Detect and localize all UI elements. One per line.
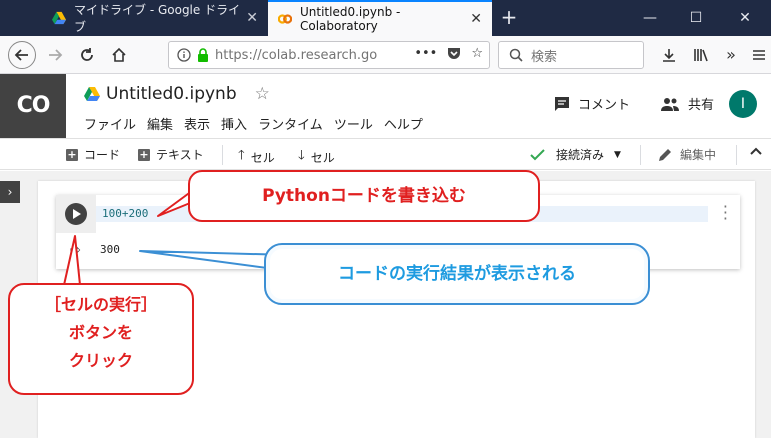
comment-label: コメント bbox=[578, 98, 631, 113]
back-button[interactable] bbox=[8, 41, 36, 69]
lock-icon bbox=[198, 48, 208, 62]
library-icon bbox=[694, 49, 708, 62]
menu-insert[interactable]: 挿入 bbox=[221, 114, 247, 133]
menu-tools[interactable]: ツール bbox=[334, 114, 373, 133]
pocket-icon[interactable] bbox=[447, 46, 461, 60]
search-placeholder: 検索 bbox=[531, 49, 558, 65]
add-code-label: コード bbox=[84, 148, 121, 162]
editing-mode-button[interactable]: 編集中 bbox=[658, 146, 716, 163]
add-text-label: テキスト bbox=[156, 148, 204, 162]
tab-title: Untitled0.ipynb - Colaboratory bbox=[300, 5, 401, 33]
arrow-down-icon: 🡓 bbox=[298, 148, 305, 163]
chevron-up-icon bbox=[750, 147, 762, 155]
move-cell-up-button[interactable]: 🡑 セル bbox=[238, 146, 275, 168]
google-drive-icon bbox=[84, 87, 100, 101]
people-icon bbox=[661, 97, 679, 111]
menu-icon bbox=[753, 50, 765, 60]
share-label: 共有 bbox=[688, 98, 715, 113]
menu-edit[interactable]: 編集 bbox=[147, 114, 173, 133]
search-icon bbox=[509, 48, 523, 62]
back-arrow-icon bbox=[14, 49, 28, 61]
colab-logo[interactable]: CO bbox=[0, 74, 66, 138]
move-up-label: セル bbox=[250, 150, 275, 165]
download-icon bbox=[663, 49, 675, 62]
add-code-button[interactable]: + コード bbox=[66, 146, 120, 163]
colab-header: CO Untitled0.ipynb ☆ ファイル 編集 表示 挿入 ランタイム… bbox=[0, 74, 771, 138]
plus-icon: + bbox=[138, 147, 150, 161]
notebook-title[interactable]: Untitled0.ipynb bbox=[106, 84, 237, 104]
callout-result-text: コードの実行結果が表示される bbox=[338, 264, 576, 284]
bookmark-star-icon[interactable]: ☆ bbox=[471, 46, 483, 61]
plus-icon: + bbox=[66, 147, 78, 161]
comment-icon bbox=[555, 96, 569, 111]
connected-label: 接続済み bbox=[556, 148, 605, 162]
output-clear-icon[interactable]: ⇨ bbox=[70, 243, 81, 258]
cell-output: 300 bbox=[100, 243, 120, 256]
menu-view[interactable]: 表示 bbox=[184, 114, 210, 133]
navigation-bar: https://colab.research.go ••• ☆ 検索 » bbox=[0, 36, 771, 74]
overflow-chevron-icon[interactable]: » bbox=[718, 42, 744, 68]
reload-button[interactable] bbox=[74, 42, 100, 68]
callout-code-hint: Pythonコードを書き込む bbox=[188, 170, 540, 222]
notebook-toolbar: + コード + テキスト 🡑 セル 🡓 セル 接続済み ▼ 編集中 bbox=[0, 138, 771, 170]
colab-icon bbox=[278, 14, 292, 24]
tab-colaboratory[interactable]: Untitled0.ipynb - Colaboratory ✕ bbox=[268, 0, 492, 36]
sidebar-expand-chevron-icon[interactable]: › bbox=[0, 181, 20, 203]
cell-gutter bbox=[56, 195, 96, 233]
address-bar[interactable]: https://colab.research.go ••• ☆ bbox=[168, 41, 490, 69]
menu-bar: ファイル 編集 表示 挿入 ランタイム ツール ヘルプ bbox=[84, 114, 434, 133]
home-button[interactable] bbox=[106, 42, 132, 68]
avatar[interactable]: I bbox=[729, 90, 757, 118]
callout-run-hint: ［セルの実行］ ボタンを クリック bbox=[8, 283, 194, 395]
dropdown-caret-icon: ▼ bbox=[614, 149, 621, 160]
callout-result-hint: コードの実行結果が表示される bbox=[264, 243, 650, 305]
hamburger-menu-icon[interactable] bbox=[746, 42, 771, 68]
search-input[interactable]: 検索 bbox=[498, 41, 644, 69]
check-icon bbox=[530, 148, 545, 160]
toolbar-divider bbox=[736, 145, 737, 165]
info-icon bbox=[177, 48, 191, 62]
comment-button[interactable]: コメント bbox=[554, 94, 630, 113]
share-button[interactable]: 共有 bbox=[660, 94, 714, 113]
toolbar-divider bbox=[640, 145, 641, 165]
toolbar-divider bbox=[222, 145, 223, 165]
home-icon bbox=[112, 47, 126, 62]
collapse-header-button[interactable] bbox=[750, 146, 762, 156]
callout-run-line1: ［セルの実行］ bbox=[44, 295, 157, 314]
callout-code-text: Pythonコードを書き込む bbox=[262, 186, 466, 206]
star-icon[interactable]: ☆ bbox=[255, 84, 270, 104]
page-actions-icon[interactable]: ••• bbox=[414, 46, 437, 61]
close-tab-icon[interactable]: ✕ bbox=[470, 11, 482, 27]
reload-icon bbox=[81, 48, 93, 61]
tab-google-drive[interactable]: マイドライブ - Google ドライブ ✕ bbox=[42, 0, 268, 36]
minimize-button[interactable]: — bbox=[627, 0, 673, 36]
close-tab-icon[interactable]: ✕ bbox=[246, 10, 258, 26]
menu-help[interactable]: ヘルプ bbox=[384, 114, 423, 133]
callout-run-line2: ボタンを bbox=[68, 323, 133, 342]
close-window-button[interactable]: ✕ bbox=[719, 0, 771, 36]
browser-tab-bar: マイドライブ - Google ドライブ ✕ Untitled0.ipynb -… bbox=[0, 0, 771, 36]
library-button[interactable] bbox=[688, 42, 714, 68]
downloads-button[interactable] bbox=[656, 42, 682, 68]
maximize-button[interactable]: ☐ bbox=[673, 0, 719, 36]
forward-arrow-icon bbox=[49, 49, 63, 61]
new-tab-button[interactable]: + bbox=[498, 6, 520, 28]
more-vert-icon[interactable]: · · · bbox=[723, 199, 728, 227]
callout-run-line3: クリック bbox=[68, 351, 133, 370]
menu-runtime[interactable]: ランタイム bbox=[258, 114, 323, 133]
editing-label: 編集中 bbox=[680, 148, 717, 162]
url-text: https://colab.research.go bbox=[215, 47, 378, 63]
move-down-label: セル bbox=[310, 150, 335, 165]
forward-button[interactable] bbox=[42, 42, 68, 68]
add-text-button[interactable]: + テキスト bbox=[138, 146, 204, 163]
connection-status-button[interactable]: 接続済み ▼ bbox=[530, 146, 621, 163]
pencil-icon bbox=[659, 148, 671, 161]
tab-title: マイドライブ - Google ドライブ bbox=[74, 3, 241, 34]
run-cell-button[interactable] bbox=[65, 203, 87, 225]
arrow-up-icon: 🡑 bbox=[238, 148, 245, 163]
google-drive-icon bbox=[52, 11, 66, 25]
move-cell-down-button[interactable]: 🡓 セル bbox=[298, 146, 335, 168]
menu-file[interactable]: ファイル bbox=[84, 114, 136, 133]
